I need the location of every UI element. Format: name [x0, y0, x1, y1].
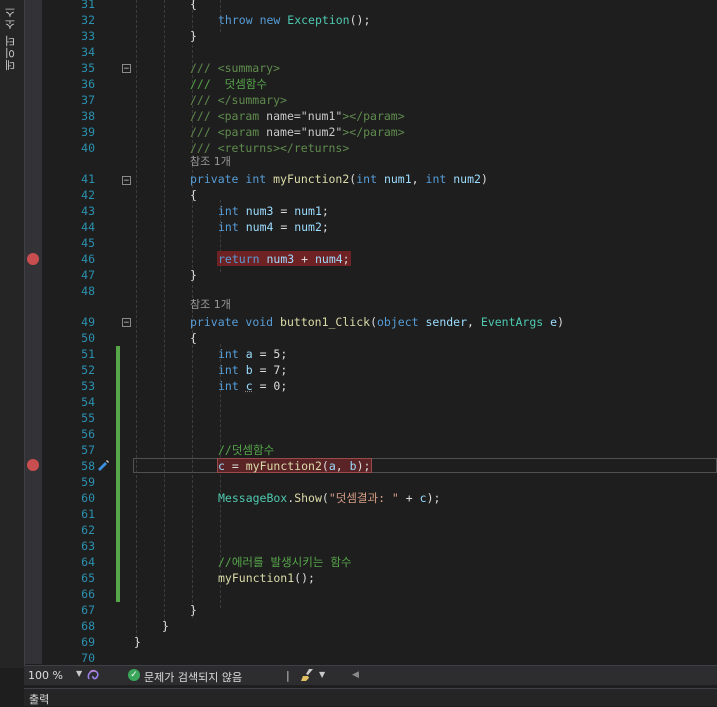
cleanup-brush-icon[interactable]: [300, 668, 316, 682]
code-line: 34: [81, 45, 95, 59]
code-line: 35/// <summary>: [81, 61, 281, 75]
code-line: 46 return num3 + num4;: [81, 252, 350, 266]
zoom-level[interactable]: 100 %: [28, 669, 63, 682]
code-line: 66: [81, 587, 95, 601]
code-line: 44 int num4 = num2;: [81, 220, 329, 234]
chevron-down-icon[interactable]: ▼: [76, 669, 82, 678]
chevron-down-icon[interactable]: ▼: [319, 670, 325, 679]
code-line: 50{: [81, 331, 197, 345]
separator: |: [286, 669, 290, 682]
breakpoint-icon[interactable]: [27, 253, 39, 265]
code-line: 69}: [81, 635, 141, 649]
code-line: 41 private int myFunction2(int num1, int …: [81, 172, 488, 186]
code-line: 49 private void button1_Click(object send…: [81, 315, 565, 329]
code-line: 47}: [81, 268, 197, 282]
code-line: 63: [81, 539, 95, 553]
code-line: 59: [81, 475, 95, 489]
edit-pencil-icon[interactable]: [96, 459, 110, 471]
code-line: 57//덧셈함수: [81, 443, 275, 457]
problems-status[interactable]: 문제가 검색되지 않음: [144, 669, 242, 685]
left-tool-strip: 데이터 소스: [0, 0, 25, 668]
data-sources-tab[interactable]: 데이터 소스: [3, 6, 21, 71]
code-line: 62: [81, 523, 95, 537]
code-line: 65 myFunction1();: [81, 571, 315, 585]
breakpoint-margin[interactable]: [25, 0, 42, 664]
code-line: 51 int a = 5;: [81, 347, 288, 361]
ai-assistant-icon[interactable]: [86, 668, 100, 682]
output-panel-header: 출력: [24, 688, 717, 706]
code-line: 43 int num3 = num1;: [81, 204, 329, 218]
code-line: 39/// <param name="num2"></param>: [81, 125, 405, 139]
code-line: 52 int b = 7;: [81, 363, 288, 377]
code-line: 31{: [81, 0, 197, 11]
code-line: 36/// 덧셈함수: [81, 77, 267, 91]
code-line: 67}: [81, 603, 197, 617]
breakpoint-icon[interactable]: [27, 459, 39, 471]
code-line: 45: [81, 236, 95, 250]
code-line: 55: [81, 411, 95, 425]
code-line: 38/// <param name="num1"></param>: [81, 109, 405, 123]
check-circle-icon: ✓: [128, 669, 140, 681]
codelens-references[interactable]: 참조 1개: [42, 297, 717, 313]
code-line: 37/// </summary>: [81, 93, 287, 107]
code-line: 64//에러를 발생시키는 함수: [81, 555, 352, 569]
code-line: 60 MessageBox.Show("덧셈결과: " + c);: [81, 491, 441, 505]
code-line: 54: [81, 395, 95, 409]
codelens-references[interactable]: 참조 1개: [42, 154, 717, 170]
code-line: 68}: [81, 619, 169, 633]
code-line: 70: [81, 651, 95, 664]
editor-status-bar: 100 % ▼ ✓ 문제가 검색되지 않음 | ▼ ◀: [24, 665, 717, 685]
code-line: 42{: [81, 188, 197, 202]
code-line: 61: [81, 507, 95, 521]
code-line: 33}: [81, 29, 197, 43]
code-line: 32 throw new Exception();: [81, 13, 371, 27]
code-line: 56: [81, 427, 95, 441]
code-editor[interactable]: − − − 31{ 32 throw new Exception(); 33} 3…: [42, 0, 717, 664]
scroll-left-icon[interactable]: ◀: [352, 670, 359, 680]
code-line: 58 c = myFunction2(a, b);: [81, 459, 371, 473]
code-line: 53 int c = 0;: [81, 379, 288, 393]
